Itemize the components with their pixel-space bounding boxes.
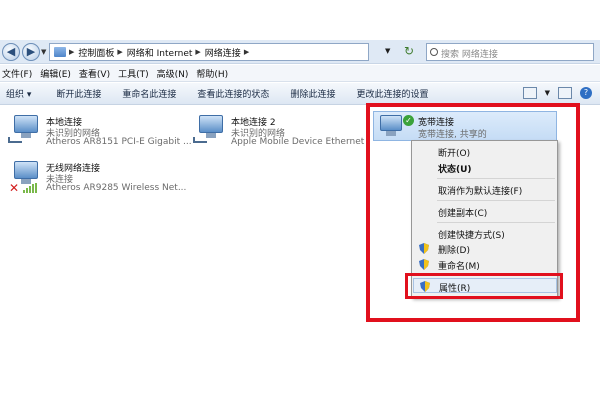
chevron-down-icon[interactable]: ▼ — [545, 89, 550, 97]
connection-item-wireless[interactable]: ✕ 无线网络连接 未连接 Atheros AR9285 Wireless Net… — [8, 159, 188, 201]
view-options-icon[interactable] — [522, 87, 537, 99]
refresh-icon[interactable]: ↻ — [404, 44, 414, 58]
menu-bar: 文件(F) 编辑(E) 查看(V) 工具(T) 高级(N) 帮助(H) — [0, 65, 600, 82]
breadcrumb-network-connections[interactable]: 网络连接 — [205, 46, 241, 59]
preview-pane-icon[interactable] — [558, 87, 572, 99]
search-placeholder: 搜索 网络连接 — [441, 50, 498, 60]
chevron-right-icon[interactable]: ▶ — [117, 48, 122, 56]
disconnected-x-icon: ✕ — [9, 181, 20, 195]
forward-button[interactable]: ▶ — [22, 43, 40, 61]
menu-advanced[interactable]: 高级(N) — [157, 67, 189, 80]
address-box[interactable]: ▶ 控制面板 ▶ 网络和 Internet ▶ 网络连接 ▶ — [49, 43, 369, 61]
connection-item-local-2[interactable]: 本地连接 2 未识别的网络 Apple Mobile Device Ethern… — [193, 113, 365, 155]
organize-button[interactable]: 组织 ▾ — [6, 87, 31, 100]
chevron-right-icon[interactable]: ▶ — [69, 48, 74, 56]
signal-bars-icon — [23, 183, 37, 193]
annotation-properties-highlight — [405, 273, 563, 299]
chevron-right-icon[interactable]: ▶ — [195, 48, 200, 56]
recent-pages-dropdown[interactable]: ▼ — [41, 48, 46, 56]
connection-device: Atheros AR9285 Wireless Net... — [46, 183, 187, 193]
connection-device: Atheros AR8151 PCI-E Gigabit ... — [46, 137, 192, 147]
command-bar: 组织 ▾ 断开此连接 重命名此连接 查看此连接的状态 删除此连接 更改此连接的设… — [0, 83, 600, 105]
breadcrumb-control-panel[interactable]: 控制面板 — [78, 46, 114, 59]
search-input[interactable]: 搜索 网络连接 — [426, 43, 594, 61]
address-bar-row: ◀ ▶ ▼ ▶ 控制面板 ▶ 网络和 Internet ▶ 网络连接 ▶ ▼ ↻… — [0, 40, 600, 64]
change-settings-button[interactable]: 更改此连接的设置 — [356, 87, 428, 100]
help-icon[interactable]: ? — [580, 87, 592, 99]
control-panel-icon — [54, 47, 66, 57]
menu-view[interactable]: 查看(V) — [79, 67, 110, 80]
view-controls: ▼ ? — [522, 87, 592, 99]
menu-edit[interactable]: 编辑(E) — [40, 67, 71, 80]
menu-tools[interactable]: 工具(T) — [118, 67, 149, 80]
rename-connection-button[interactable]: 重命名此连接 — [122, 87, 176, 100]
delete-connection-button[interactable]: 删除此连接 — [290, 87, 335, 100]
wireless-adapter-icon: ✕ — [8, 161, 42, 195]
menu-file[interactable]: 文件(F) — [2, 67, 32, 80]
search-icon — [430, 48, 438, 56]
arrow-left-icon: ◀ — [6, 45, 16, 58]
menu-help[interactable]: 帮助(H) — [196, 67, 228, 80]
arrow-right-icon: ▶ — [26, 45, 36, 58]
address-history-dropdown[interactable]: ▼ — [385, 47, 390, 55]
network-adapter-icon — [8, 115, 42, 145]
network-adapter-icon — [193, 115, 227, 145]
view-status-button[interactable]: 查看此连接的状态 — [197, 87, 269, 100]
connection-item-local[interactable]: 本地连接 未识别的网络 Atheros AR8151 PCI-E Gigabit… — [8, 113, 192, 155]
disconnect-button[interactable]: 断开此连接 — [56, 87, 101, 100]
connection-device: Apple Mobile Device Ethernet — [231, 137, 365, 147]
back-button[interactable]: ◀ — [2, 43, 20, 61]
chevron-right-icon[interactable]: ▶ — [244, 48, 249, 56]
breadcrumb-network-internet[interactable]: 网络和 Internet — [127, 46, 193, 59]
